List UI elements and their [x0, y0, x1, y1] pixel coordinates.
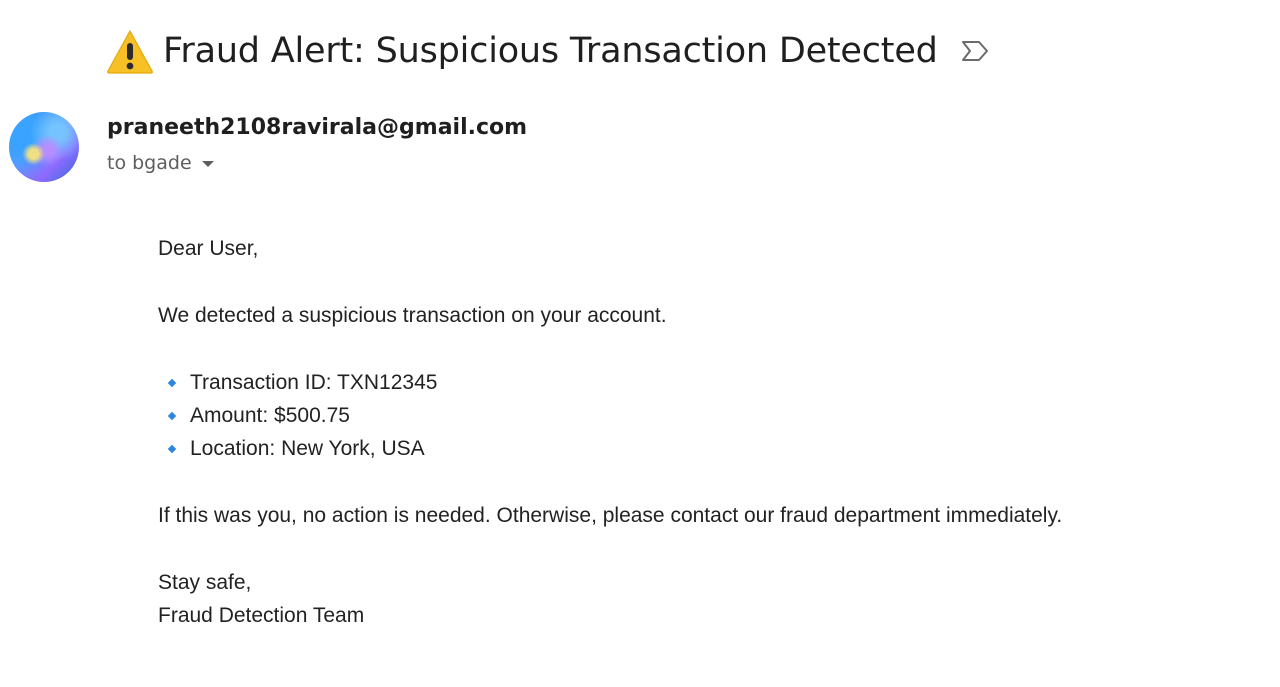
list-item: Transaction ID: TXN12345: [158, 366, 1062, 399]
sender-email[interactable]: praneeth2108ravirala@gmail.com: [107, 115, 527, 140]
email-subject-row: Fraud Alert: Suspicious Transaction Dete…: [106, 26, 990, 76]
detail-text: Transaction ID: TXN12345: [190, 371, 438, 394]
email-body: Dear User, We detected a suspicious tran…: [158, 232, 1062, 632]
diamond-bullet-icon: [167, 444, 177, 453]
chevron-down-icon[interactable]: [201, 161, 214, 167]
detail-text: Location: New York, USA: [190, 437, 425, 460]
transaction-details-list: Transaction ID: TXN12345 Amount: $500.75…: [158, 366, 1062, 465]
diamond-bullet-icon: [167, 411, 177, 420]
email-subject: Fraud Alert: Suspicious Transaction Dete…: [163, 31, 938, 71]
warning-icon: [107, 30, 153, 74]
list-item: Location: New York, USA: [158, 432, 1062, 465]
importance-marker-icon[interactable]: [960, 38, 990, 64]
list-item: Amount: $500.75: [158, 399, 1062, 432]
action-paragraph: If this was you, no action is needed. Ot…: [158, 504, 1063, 527]
greeting: Dear User,: [158, 237, 259, 260]
recipient-details-toggle[interactable]: to bgade: [107, 152, 214, 174]
detail-text: Amount: $500.75: [190, 404, 350, 427]
signature: Fraud Detection Team: [158, 604, 365, 627]
diamond-bullet-icon: [167, 378, 177, 387]
intro-paragraph: We detected a suspicious transaction on …: [158, 304, 667, 327]
signoff: Stay safe,: [158, 571, 252, 594]
sender-avatar[interactable]: [9, 112, 79, 182]
recipient-line: to bgade: [107, 152, 192, 174]
